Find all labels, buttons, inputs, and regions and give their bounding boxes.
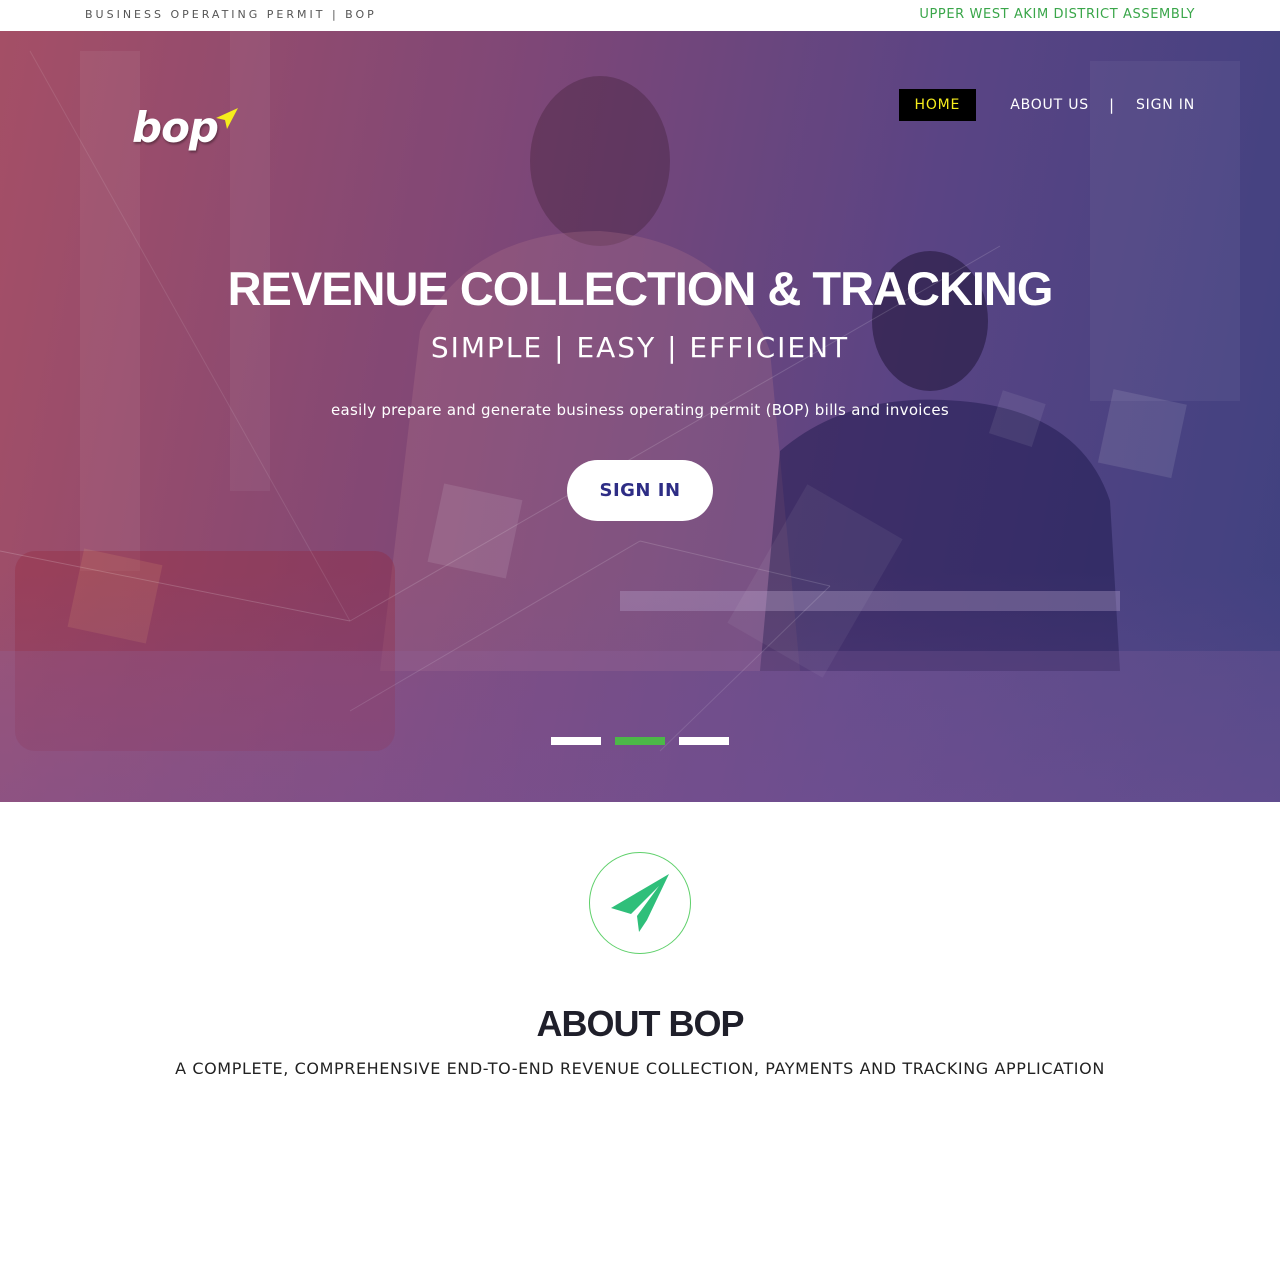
nav-signin-link[interactable]: SIGN IN [1136,97,1195,113]
district-name: UPPER WEST AKIM DISTRICT ASSEMBLY [919,7,1195,22]
carousel-indicator-1[interactable] [551,737,601,745]
hero-subtitle: SIMPLE | EASY | EFFICIENT [430,331,850,364]
bop-logo[interactable]: bop [132,103,252,159]
hero-carousel: bop HOME ABOUT US | SIGN IN REVENUE COLL… [0,31,1280,802]
carousel-indicator-3[interactable] [679,737,729,745]
logo-wordmark: bop [132,103,219,152]
main-navigation: HOME ABOUT US | SIGN IN [898,89,1195,121]
site-tagline: BUSINESS OPERATING PERMIT | BOP [85,8,377,21]
arrow-pointer-icon [216,108,238,129]
top-info-bar: BUSINESS OPERATING PERMIT | BOP UPPER WE… [0,0,1280,31]
hero-signin-button[interactable]: SIGN IN [567,460,713,521]
hero-title: REVENUE COLLECTION & TRACKING [227,262,1054,315]
hero-description: easily prepare and generate business ope… [331,401,949,419]
nav-about-link[interactable]: ABOUT US [1010,97,1089,113]
carousel-indicator-2[interactable] [615,737,665,745]
about-title: ABOUT BOP [536,1003,745,1044]
nav-separator: | [1108,96,1114,114]
paper-plane-icon [611,874,669,932]
carousel-indicators [551,737,729,745]
about-subtitle: A COMPLETE, COMPREHENSIVE END-TO-END REV… [175,1059,1105,1078]
nav-home-link[interactable]: HOME [898,89,977,121]
about-icon-circle [589,852,691,954]
